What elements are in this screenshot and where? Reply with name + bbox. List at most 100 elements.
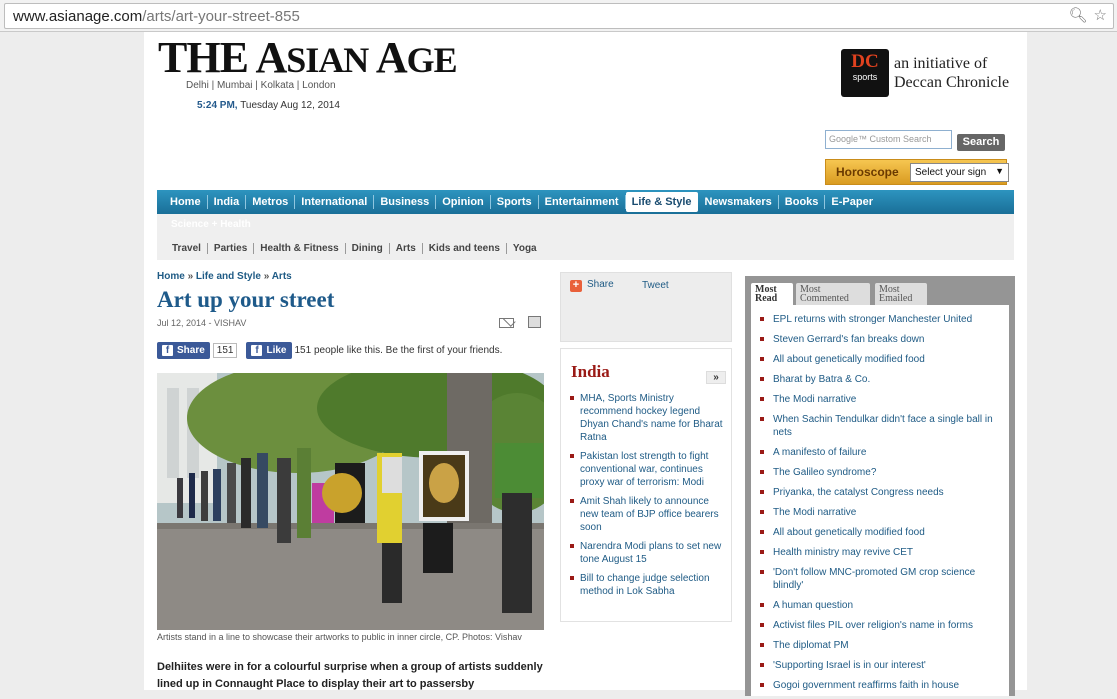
initiative-text: an initiative of Deccan Chronicle (894, 54, 1009, 92)
facebook-like-button[interactable]: f Like (246, 342, 292, 359)
nav-item-books[interactable]: Books (779, 195, 826, 209)
zoom-icon[interactable]: 🔍︎ (1069, 7, 1088, 25)
url-text[interactable]: www.asianage.com/arts/art-your-street-85… (13, 8, 300, 25)
tab-most-read[interactable]: Most Read (751, 283, 793, 306)
most-read-item[interactable]: Bharat by Batra & Co. (759, 373, 1003, 386)
nav-item-newsmakers[interactable]: Newsmakers (699, 195, 779, 209)
nav-item-metros[interactable]: Metros (246, 195, 296, 209)
subnav-item-health-fitness[interactable]: Health & Fitness (254, 243, 346, 254)
nav-item-epaper[interactable]: E-Paper (825, 195, 879, 209)
city-list: Delhi | Mumbai | Kolkata | London (186, 80, 336, 91)
star-icon[interactable]: ☆ (1094, 7, 1107, 25)
facebook-share-label: Share (177, 345, 205, 356)
nav-item-life-style[interactable]: Life & Style (625, 192, 698, 212)
photo-caption: Artists stand in a line to showcase thei… (157, 632, 522, 642)
most-read-item[interactable]: The Galileo syndrome? (759, 466, 1003, 479)
tab-most-commented[interactable]: Most Commented (796, 283, 870, 305)
article-dateline: Jul 12, 2014 - VISHAV (157, 318, 247, 328)
tweet-link[interactable]: Tweet (642, 280, 669, 291)
subnav-item-travel[interactable]: Travel (166, 243, 208, 254)
print-icon[interactable] (528, 316, 541, 328)
time-text: 5:24 PM, (197, 100, 238, 111)
facebook-like-label: Like (266, 345, 287, 356)
subnav-item-kids-teens[interactable]: Kids and teens (423, 243, 507, 254)
most-read-item[interactable]: Gogoi government reaffirms faith in hous… (759, 679, 1003, 692)
india-section-title[interactable]: India (571, 362, 610, 382)
dc-logo-sub: sports (852, 72, 878, 82)
horoscope-select[interactable]: Select your sign ▼ (910, 163, 1009, 182)
india-news-item[interactable]: Bill to change judge selection method in… (569, 572, 729, 598)
india-news-item[interactable]: Narendra Modi plans to set new tone Augu… (569, 540, 729, 566)
timestamp: 5:24 PM, Tuesday Aug 12, 2014 (197, 100, 340, 111)
sub-nav: Travel Parties Health & Fitness Dining A… (166, 243, 543, 254)
dc-logo-text: DC (851, 51, 879, 72)
search-button[interactable]: Search (957, 134, 1005, 151)
nav-item-entertainment[interactable]: Entertainment (539, 195, 626, 209)
most-read-item[interactable]: The Modi narrative (759, 506, 1003, 519)
search-input[interactable]: Google™ Custom Search (825, 130, 952, 149)
horoscope-widget: Horoscope Select your sign ▼ (825, 159, 1009, 185)
article-photo[interactable] (157, 373, 544, 630)
most-read-item[interactable]: A human question (759, 599, 1003, 612)
breadcrumb-life-style[interactable]: Life and Style (196, 271, 261, 282)
most-read-list: EPL returns with stronger Manchester Uni… (759, 313, 1003, 699)
share-plus-icon[interactable]: + (570, 280, 582, 292)
nav-item-sports[interactable]: Sports (491, 195, 539, 209)
breadcrumb-sep: » (187, 271, 194, 282)
share-link[interactable]: Share (587, 279, 614, 290)
dropdown-arrow-icon: ▼ (995, 166, 1004, 176)
nav-item-opinion[interactable]: Opinion (436, 195, 491, 209)
article-title: Art up your street (157, 287, 335, 312)
most-read-item[interactable]: EPL returns with stronger Manchester Uni… (759, 313, 1003, 326)
india-news-item[interactable]: Pakistan lost strength to fight conventi… (569, 450, 729, 489)
nav-item-india[interactable]: India (208, 195, 247, 209)
main-nav: Home India Metros International Business… (157, 190, 1014, 214)
nav-item-international[interactable]: International (295, 195, 375, 209)
most-read-widget: Most Read Most Commented Most Emailed EP… (745, 276, 1015, 696)
subnav-item-yoga[interactable]: Yoga (507, 243, 543, 254)
article-lede: Delhiites were in for a colourful surpri… (157, 661, 543, 690)
breadcrumb: Home » Life and Style » Arts (157, 271, 292, 282)
most-read-item[interactable]: Activist files PIL over religion's name … (759, 619, 1003, 632)
india-news-box: India » MHA, Sports Ministry recommend h… (560, 348, 732, 622)
nav-item-science-health[interactable]: Science + Health (171, 219, 251, 230)
most-read-item[interactable]: Health ministry may revive CET (759, 546, 1003, 559)
email-icon[interactable] (499, 318, 514, 328)
india-news-item[interactable]: Amit Shah likely to announce new team of… (569, 495, 729, 534)
nav-item-home[interactable]: Home (164, 195, 208, 209)
most-read-item[interactable]: When Sachin Tendulkar didn't face a sing… (759, 413, 1003, 439)
horoscope-label: Horoscope (836, 165, 899, 179)
tab-most-emailed[interactable]: Most Emailed (875, 283, 927, 305)
sub-nav-bar: Science + Health Travel Parties Health &… (157, 214, 1014, 260)
breadcrumb-home[interactable]: Home (157, 271, 185, 282)
most-read-item[interactable]: 'Don't follow MNC-promoted GM crop scien… (759, 566, 1003, 592)
most-read-item[interactable]: Priyanka, the catalyst Congress needs (759, 486, 1003, 499)
subnav-item-dining[interactable]: Dining (346, 243, 390, 254)
masthead: THE ASIAN AGE (158, 36, 458, 82)
most-read-item[interactable]: All about genetically modified food (759, 526, 1003, 539)
artists-photo-illustration (157, 373, 544, 630)
site-logo[interactable]: THE ASIAN AGE (158, 36, 458, 82)
subnav-item-arts[interactable]: Arts (390, 243, 423, 254)
most-read-item[interactable]: The Modi narrative (759, 393, 1003, 406)
dc-sports-logo[interactable]: DC sports (841, 49, 889, 97)
most-read-item[interactable]: All about genetically modified food (759, 353, 1003, 366)
most-read-panel: EPL returns with stronger Manchester Uni… (751, 305, 1009, 696)
india-more-button[interactable]: » (706, 371, 726, 384)
subnav-item-parties[interactable]: Parties (208, 243, 255, 254)
india-news-list: MHA, Sports Ministry recommend hockey le… (569, 392, 729, 604)
address-bar[interactable]: www.asianage.com/arts/art-your-street-85… (4, 3, 1114, 29)
initiative-line1: an initiative of (894, 55, 988, 72)
facebook-share-button[interactable]: f Share (157, 342, 210, 359)
date-text: Tuesday Aug 12, 2014 (240, 100, 340, 111)
most-read-item[interactable]: 'Supporting Israel is in our interest' (759, 659, 1003, 672)
breadcrumb-arts[interactable]: Arts (272, 271, 292, 282)
nav-item-business[interactable]: Business (374, 195, 437, 209)
most-read-item[interactable]: Steven Gerrard's fan breaks down (759, 333, 1003, 346)
breadcrumb-sep: » (263, 271, 270, 282)
most-read-item[interactable]: A manifesto of failure (759, 446, 1003, 459)
facebook-share-count: 151 (212, 343, 238, 358)
most-read-item[interactable]: The diplomat PM (759, 639, 1003, 652)
india-news-item[interactable]: MHA, Sports Ministry recommend hockey le… (569, 392, 729, 444)
facebook-icon: f (162, 345, 173, 356)
